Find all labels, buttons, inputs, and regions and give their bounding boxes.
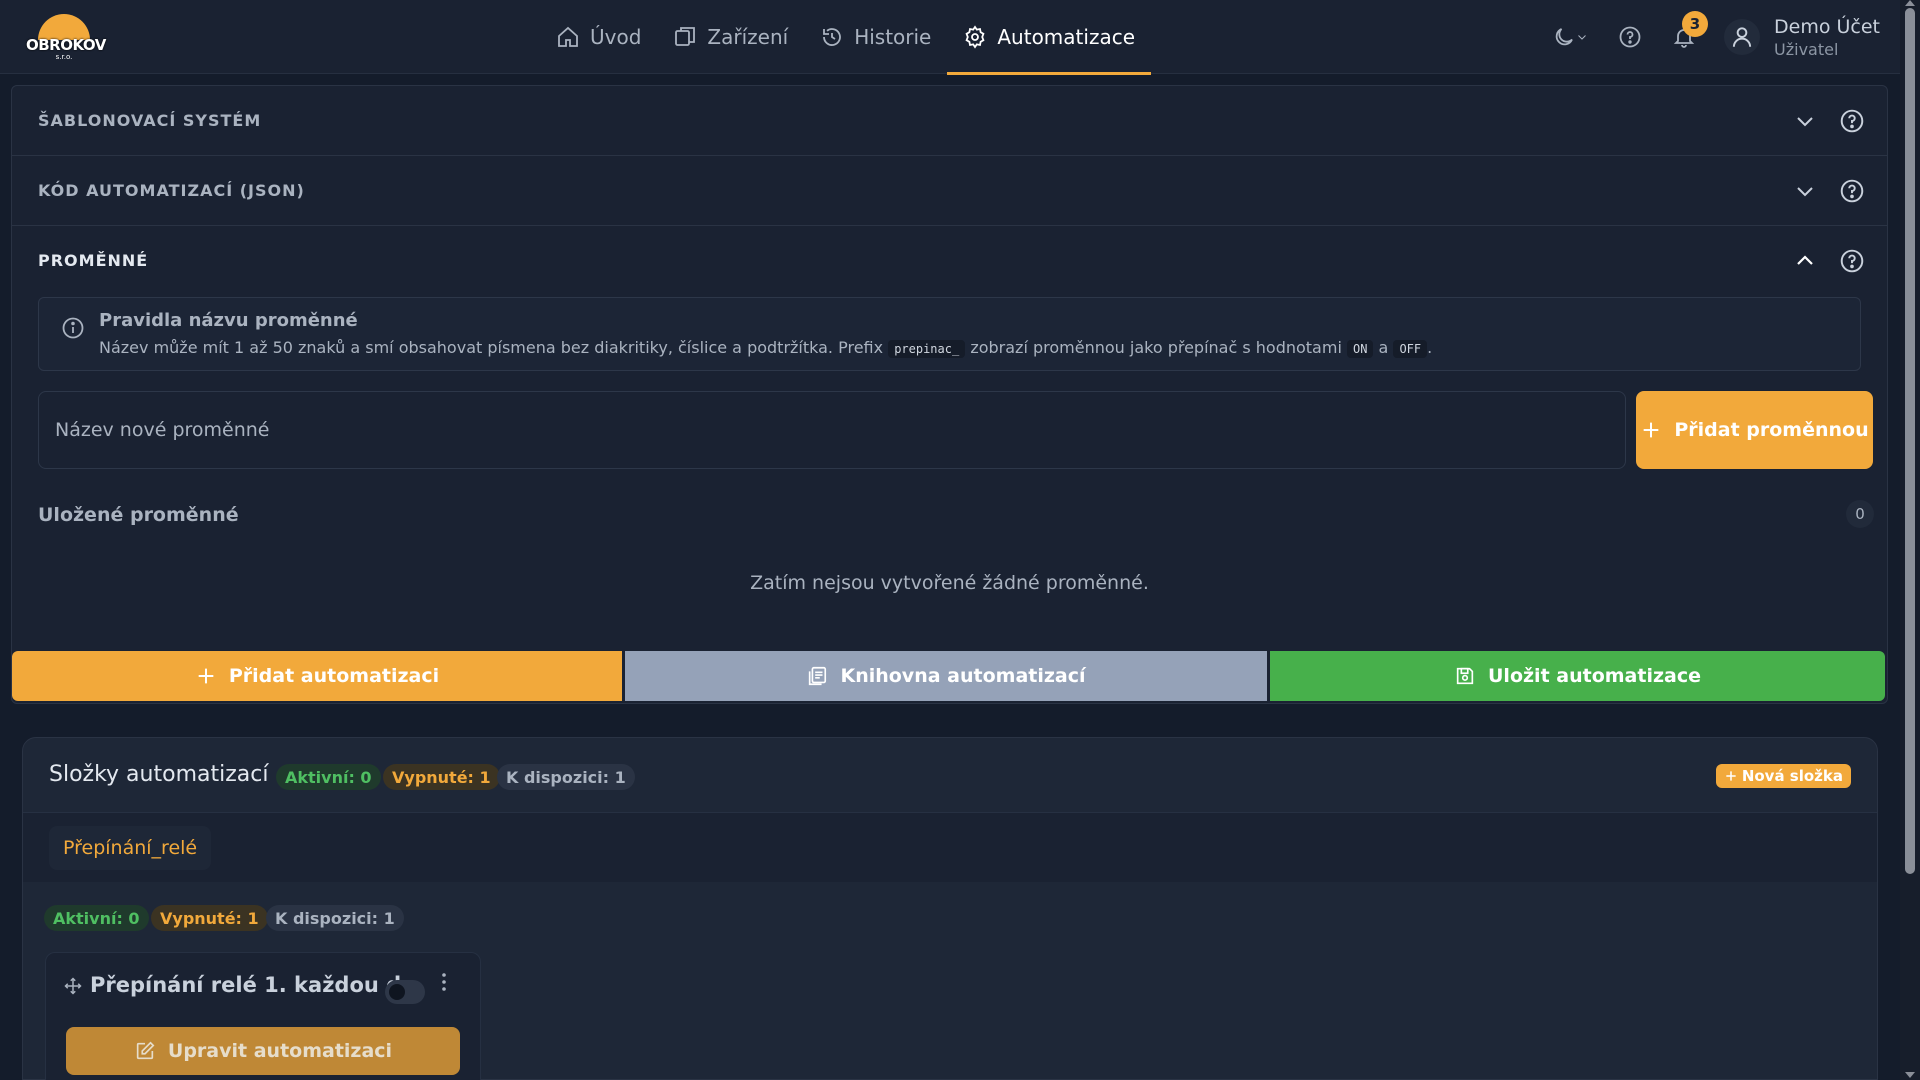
- nav-item-automation[interactable]: Automatizace: [947, 0, 1151, 75]
- help-icon[interactable]: [1839, 108, 1865, 134]
- info-icon: [62, 317, 84, 339]
- library-icon: [809, 666, 827, 686]
- more-options-icon[interactable]: [438, 971, 450, 993]
- folders-title: Složky automatizací: [49, 762, 269, 787]
- moon-icon: [1555, 28, 1573, 46]
- theme-toggle[interactable]: [1546, 19, 1594, 55]
- variable-name-rules: Pravidla názvu proměnné Název může mít 1…: [38, 297, 1861, 371]
- nav-item-label: Automatizace: [997, 25, 1136, 49]
- logo-subtext: s.r.o.: [55, 53, 73, 61]
- plus-icon: [1644, 422, 1659, 438]
- save-automations-button[interactable]: Uložit automatizace: [1270, 651, 1885, 701]
- help-icon[interactable]: [1839, 178, 1865, 204]
- home-icon: [558, 26, 578, 47]
- on-code: ON: [1346, 340, 1374, 358]
- save-automations-label: Uložit automatizace: [1488, 665, 1701, 687]
- automation-folders-card: Složky automatizací Aktivní: 0 Vypnuté: …: [22, 737, 1878, 1080]
- company-logo[interactable]: OBROKOV s.r.o.: [26, 12, 106, 64]
- disabled-count-badge: Vypnuté: 1: [383, 764, 500, 790]
- folder-tabs: Přepínání_relé: [23, 812, 1877, 882]
- add-automation-label: Přidat automatizaci: [228, 665, 440, 687]
- empty-variables-message: Zatím nejsou vytvořené žádné proměnné.: [750, 572, 1149, 594]
- plus-icon: [1726, 771, 1736, 781]
- chevron-down-icon[interactable]: [1793, 179, 1817, 203]
- automation-library-button[interactable]: Knihovna automatizací: [625, 651, 1267, 701]
- automation-title: Přepínání relé 1. každou d...: [90, 973, 426, 997]
- section-title: PROMĚNNÉ: [38, 251, 149, 270]
- logo-text: OBROKOV: [26, 36, 106, 54]
- nav-item-home[interactable]: Úvod: [540, 0, 657, 74]
- folder-disabled-badge: Vypnuté: 1: [151, 905, 268, 931]
- plus-icon: [198, 668, 214, 684]
- user-icon: [1732, 27, 1752, 47]
- add-variable-label: Přidat proměnnou: [1674, 419, 1869, 441]
- section-title: KÓD AUTOMATIZACÍ (JSON): [38, 181, 305, 200]
- nav-item-label: Historie: [854, 25, 932, 49]
- toggle-knob: [389, 984, 405, 1000]
- info-text-part: a: [1378, 338, 1389, 357]
- user-name: Demo Účet: [1774, 15, 1880, 38]
- info-text-part: zobrazí proměnnou jako přepínač s hodnot…: [970, 338, 1342, 357]
- help-icon: [1619, 26, 1641, 48]
- edit-automation-button[interactable]: Upravit automatizaci: [66, 1027, 460, 1075]
- active-count-badge: Aktivní: 0: [276, 764, 381, 790]
- drag-handle-icon[interactable]: [64, 977, 82, 995]
- folder-available-badge: K dispozici: 1: [266, 905, 404, 931]
- section-title: ŠABLONOVACÍ SYSTÉM: [38, 111, 262, 130]
- edit-automation-label: Upravit automatizaci: [167, 1040, 393, 1062]
- section-variables[interactable]: PROMĚNNÉ: [12, 226, 1887, 296]
- chevron-down-icon[interactable]: [1793, 109, 1817, 133]
- chevron-down-icon: [1578, 35, 1586, 40]
- history-icon: [823, 28, 842, 46]
- main-nav: Úvod Zařízení Historie Automatizace: [540, 0, 1151, 75]
- nav-item-label: Zařízení: [707, 25, 789, 49]
- top-bar: OBROKOV s.r.o. Úvod Zařízení Historie Au…: [0, 0, 1920, 75]
- saved-variables-count: 0: [1846, 500, 1874, 528]
- gear-icon: [965, 25, 985, 49]
- info-text-part: .: [1427, 338, 1433, 357]
- help-icon[interactable]: [1839, 248, 1865, 274]
- automation-library-label: Knihovna automatizací: [840, 665, 1086, 687]
- automation-editor-card: ŠABLONOVACÍ SYSTÉM KÓD AUTOMATIZACÍ (JSO…: [11, 85, 1888, 704]
- notification-badge: 3: [1682, 11, 1709, 37]
- avatar: [1724, 19, 1761, 55]
- devices-icon: [675, 27, 696, 46]
- scroll-up-arrow-icon[interactable]: [1905, 0, 1915, 6]
- folder-active-badge: Aktivní: 0: [44, 905, 149, 931]
- edit-icon: [136, 1041, 155, 1060]
- nav-item-devices[interactable]: Zařízení: [657, 0, 804, 74]
- scroll-thumb[interactable]: [1905, 8, 1915, 874]
- nav-item-label: Úvod: [590, 25, 642, 49]
- save-icon: [1456, 667, 1474, 685]
- section-templating[interactable]: ŠABLONOVACÍ SYSTÉM: [12, 86, 1887, 156]
- help-button[interactable]: [1612, 19, 1648, 55]
- off-code: OFF: [1393, 340, 1428, 358]
- section-json-code[interactable]: KÓD AUTOMATIZACÍ (JSON): [12, 156, 1887, 226]
- user-role: Uživatel: [1774, 39, 1839, 59]
- info-text: Název může mít 1 až 50 znaků a smí obsah…: [99, 338, 1433, 358]
- action-bar: Přidat automatizaci Knihovna automatizac…: [12, 651, 1887, 701]
- info-text-part: Název může mít 1 až 50 znaků a smí obsah…: [99, 338, 884, 357]
- automation-enable-toggle[interactable]: [385, 980, 425, 1004]
- folder-tab[interactable]: Přepínání_relé: [49, 826, 212, 870]
- add-variable-button[interactable]: Přidat proměnnou: [1636, 391, 1873, 469]
- nav-item-history[interactable]: Historie: [804, 0, 947, 74]
- notifications-button[interactable]: 3: [1666, 11, 1709, 55]
- new-variable-input[interactable]: [38, 391, 1626, 469]
- new-folder-label: Nová složka: [1741, 767, 1843, 785]
- info-title: Pravidla názvu proměnné: [99, 310, 358, 331]
- page-scrollbar[interactable]: [1900, 0, 1920, 1080]
- scroll-down-arrow-icon[interactable]: [1905, 1072, 1915, 1078]
- header-tools: 3 Demo Účet Uživatel: [1528, 0, 1880, 74]
- available-count-badge: K dispozici: 1: [497, 764, 635, 790]
- chevron-up-icon[interactable]: [1793, 249, 1817, 273]
- new-folder-button[interactable]: Nová složka: [1715, 764, 1851, 788]
- automation-card: Přepínání relé 1. každou d... Upravit au…: [45, 952, 481, 1080]
- add-automation-button[interactable]: Přidat automatizaci: [12, 651, 622, 701]
- saved-variables-label: Uložené proměnné: [38, 504, 239, 526]
- prefix-code: prepinac_: [888, 340, 966, 358]
- user-menu[interactable]: Demo Účet Uživatel: [1724, 16, 1880, 59]
